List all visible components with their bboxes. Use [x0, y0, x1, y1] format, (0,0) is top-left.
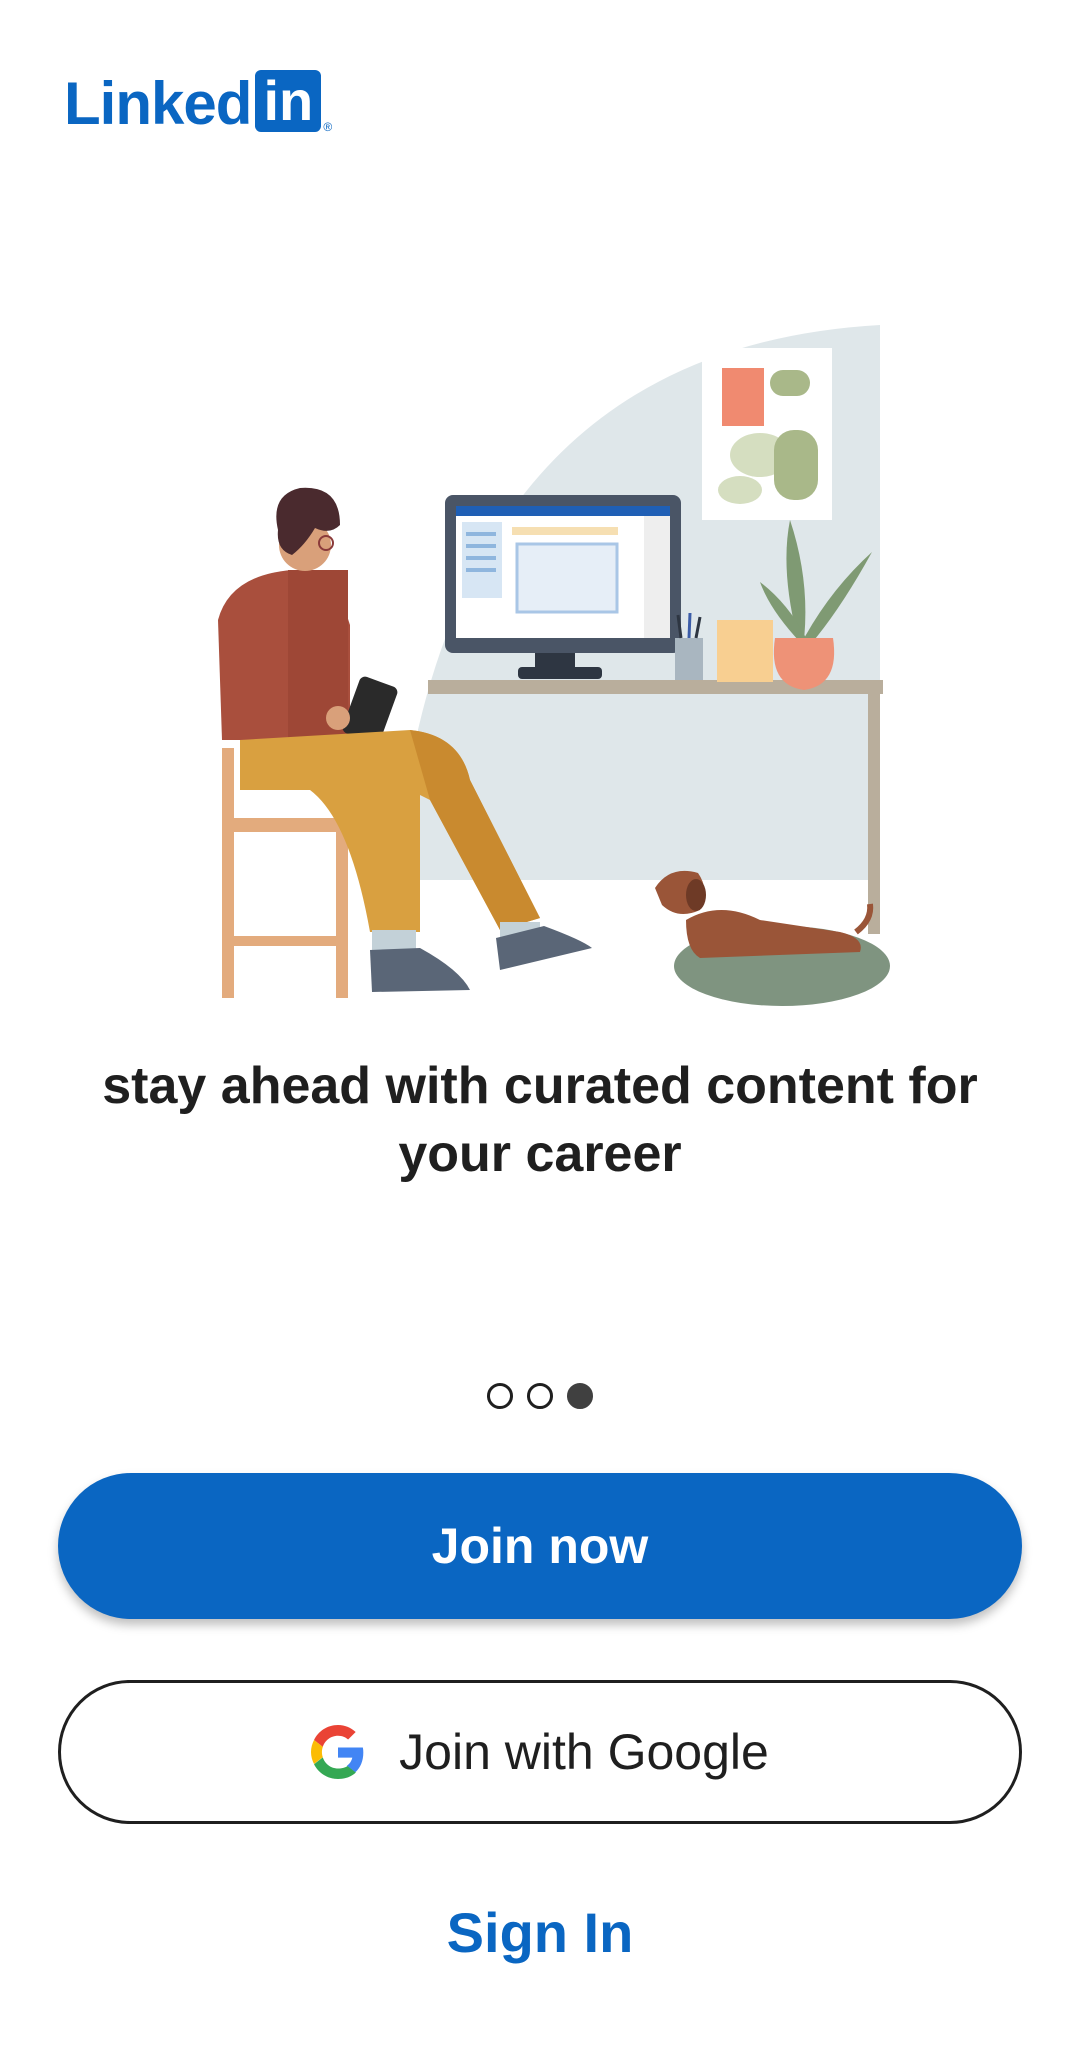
page-dot-3-active[interactable]: [567, 1383, 593, 1409]
page-dot-2[interactable]: [527, 1383, 553, 1409]
carousel-page-indicator[interactable]: [0, 1383, 1080, 1409]
logo-wordmark: Linked: [64, 70, 252, 137]
logo-registered-mark: ®: [323, 120, 333, 134]
page-dot-1[interactable]: [487, 1383, 513, 1409]
carousel-headline: stay ahead with curated content for your…: [102, 1057, 978, 1183]
logo-in-box: in: [255, 70, 322, 132]
onboarding-illustration: [218, 325, 890, 1006]
google-g-icon: [311, 1725, 364, 1779]
sign-in-link[interactable]: Sign In: [0, 1900, 1080, 1965]
join-with-google-button[interactable]: Join with Google: [58, 1680, 1022, 1824]
join-now-button[interactable]: Join now: [58, 1473, 1022, 1619]
linkedin-logo: Linked in ®: [64, 70, 332, 136]
join-with-google-label: Join with Google: [399, 1724, 769, 1780]
